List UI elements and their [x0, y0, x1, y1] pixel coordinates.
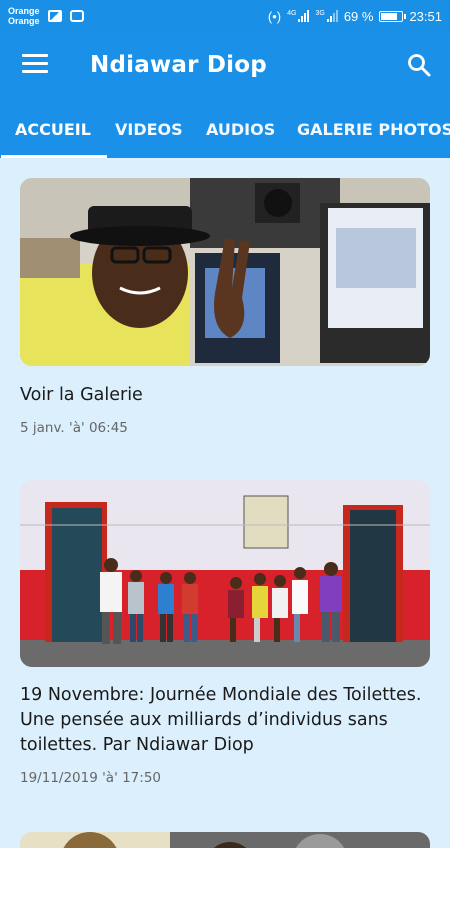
hamburger-menu-icon[interactable] — [22, 54, 48, 74]
gallery-notification-icon — [47, 10, 62, 22]
battery-icon — [379, 10, 407, 22]
app-bar: Ndiawar Diop — [0, 32, 450, 96]
tab-audios[interactable]: AUDIOS — [206, 96, 275, 158]
network-type-1: 4G — [287, 10, 297, 17]
tab-videos[interactable]: VIDEOS — [115, 96, 183, 158]
post-image-graphic — [20, 832, 430, 848]
post-image-graphic — [20, 178, 430, 366]
tab-galerie-photos[interactable]: GALERIE PHOTOS — [297, 96, 450, 158]
post-image[interactable] — [20, 480, 430, 667]
network-type-2: 3G — [315, 10, 325, 17]
post-card[interactable] — [20, 832, 430, 848]
status-bar: Orange Orange (•) 4G 3G 69 % 23:51 — [0, 0, 450, 32]
screenshot-notification-icon — [69, 10, 84, 22]
post-image[interactable] — [20, 832, 430, 848]
post-date: 5 janv. 'à' 06:45 — [20, 420, 128, 436]
carrier-line-1: Orange — [8, 6, 40, 16]
carrier-line-2: Orange — [8, 16, 40, 26]
post-image-graphic — [20, 480, 430, 667]
signal-strength-1-icon: 4G — [287, 10, 310, 22]
post-title[interactable]: 19 Novembre: Journée Mondiale des Toilet… — [20, 683, 430, 758]
tab-bar: ACCUEIL VIDEOS AUDIOS GALERIE PHOTOS — [0, 96, 450, 158]
clock: 23:51 — [409, 8, 442, 24]
tab-accueil[interactable]: ACCUEIL — [1, 96, 107, 158]
hotspot-icon: (•) — [267, 8, 282, 24]
battery-percentage: 69 % — [343, 8, 374, 24]
post-title[interactable]: Voir la Galerie — [20, 383, 430, 408]
post-card[interactable]: Voir la Galerie 5 janv. 'à' 06:45 — [20, 178, 430, 436]
search-icon[interactable] — [406, 52, 432, 78]
post-image[interactable] — [20, 178, 430, 366]
carrier-label: Orange Orange — [8, 6, 40, 26]
battery-fill — [381, 12, 397, 20]
app-title: Ndiawar Diop — [90, 52, 267, 78]
app-screen: Orange Orange (•) 4G 3G 69 % 23:51 Ndiaw… — [0, 0, 450, 900]
post-card[interactable]: 19 Novembre: Journée Mondiale des Toilet… — [20, 480, 430, 786]
bottom-navigation-area — [0, 848, 450, 900]
post-feed[interactable]: Voir la Galerie 5 janv. 'à' 06:45 19 Nov… — [0, 158, 450, 848]
post-date: 19/11/2019 'à' 17:50 — [20, 770, 161, 786]
signal-strength-2-icon: 3G — [315, 10, 338, 22]
